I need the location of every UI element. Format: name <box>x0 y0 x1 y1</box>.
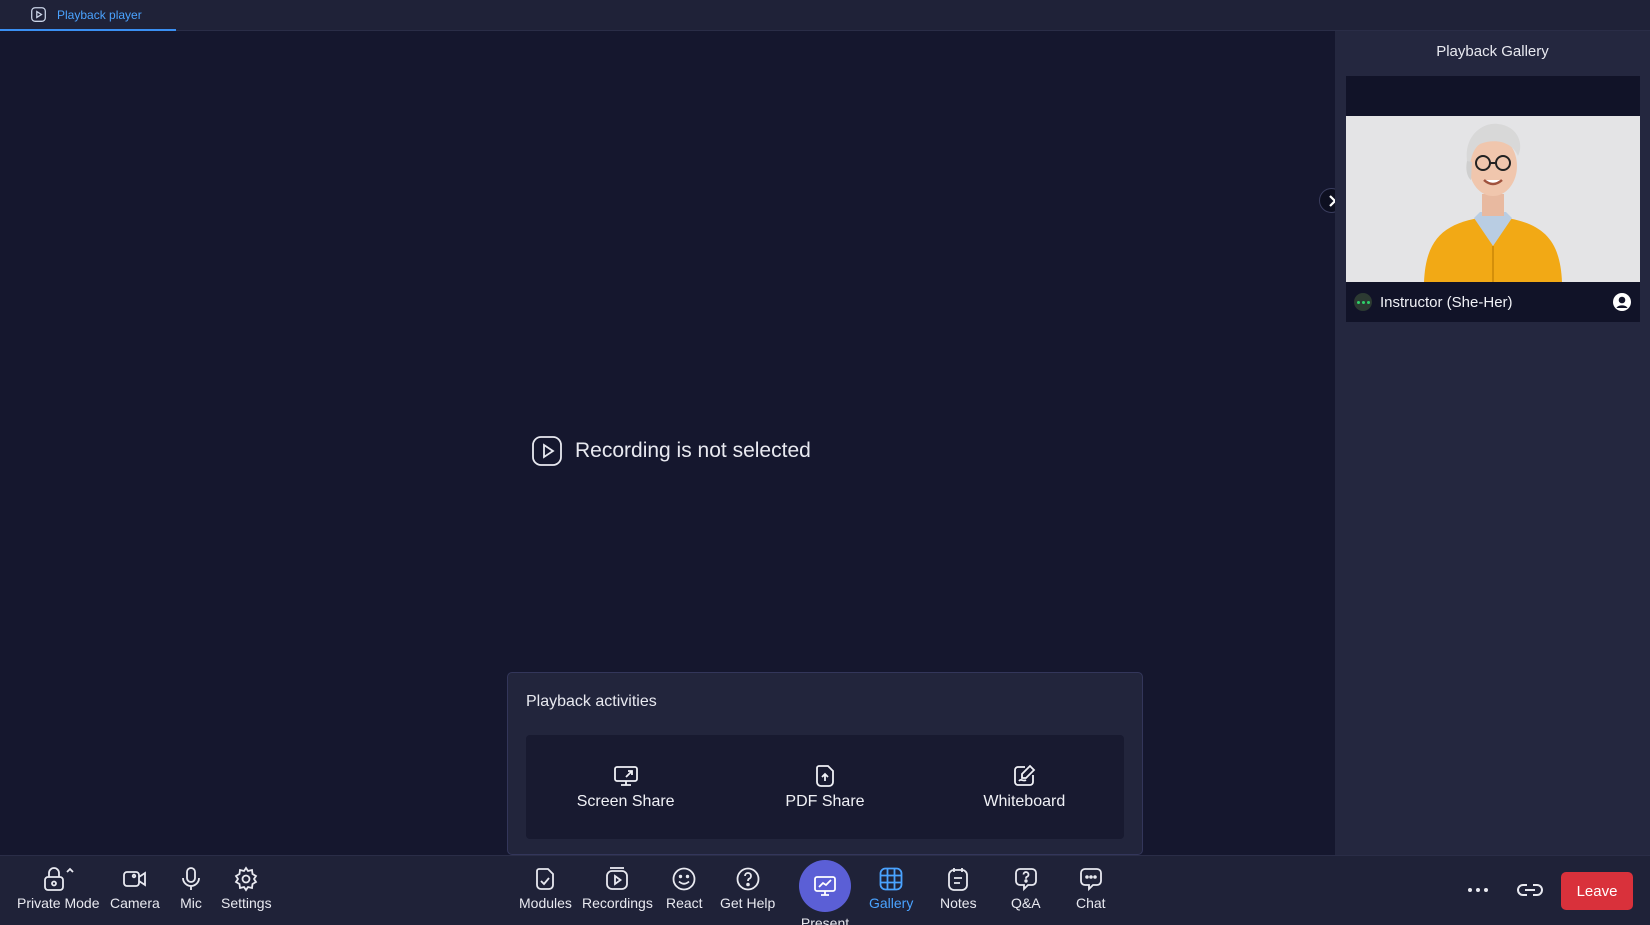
participant-name: Instructor (She-Her) <box>1380 293 1513 311</box>
participant-footer: Instructor (She-Her) <box>1346 282 1640 322</box>
mic-icon <box>182 867 200 890</box>
react-button[interactable]: React <box>666 866 703 911</box>
mic-button[interactable]: Mic <box>178 866 204 911</box>
recordings-icon <box>606 867 629 890</box>
grid-icon <box>879 867 903 891</box>
whiteboard-button[interactable]: Whiteboard <box>949 763 1099 811</box>
instructor-photo <box>1346 116 1640 282</box>
qa-button[interactable]: Q&A <box>1011 866 1041 911</box>
recordings-button[interactable]: Recordings <box>582 866 653 911</box>
settings-button[interactable]: Settings <box>221 866 272 911</box>
notes-label: Notes <box>940 895 977 911</box>
get-help-button[interactable]: Get Help <box>720 866 775 911</box>
whiteboard-icon <box>1014 764 1036 786</box>
help-icon <box>736 867 760 891</box>
qa-icon <box>1014 868 1037 892</box>
gallery-title: Playback Gallery <box>1436 43 1549 60</box>
private-mode-label: Private Mode <box>17 895 100 911</box>
empty-state-message: Recording is not selected <box>575 439 811 462</box>
present-circle <box>799 860 851 912</box>
modules-label: Modules <box>519 895 572 911</box>
private-mode-button[interactable]: Private Mode <box>17 866 99 911</box>
camera-button[interactable]: Camera <box>110 866 160 911</box>
chat-label: Chat <box>1076 895 1106 911</box>
whiteboard-label: Whiteboard <box>983 793 1066 810</box>
react-label: React <box>666 895 703 911</box>
present-label: Present <box>800 915 850 925</box>
participant-tile[interactable]: Instructor (She-Her) <box>1346 76 1640 322</box>
playback-gallery: Playback Gallery Instructor (She-Her) <box>1335 31 1650 855</box>
more-options-icon[interactable] <box>1464 878 1492 902</box>
pdf-share-button[interactable]: PDF Share <box>750 763 900 811</box>
notes-icon <box>948 868 969 891</box>
qa-label: Q&A <box>1011 895 1041 911</box>
gallery-label: Gallery <box>869 895 914 911</box>
smiley-icon <box>672 867 696 891</box>
screen-share-label: Screen Share <box>576 793 675 810</box>
tab-bar: Playback player <box>0 0 1650 31</box>
screen-share-button[interactable]: Screen Share <box>551 763 701 811</box>
modules-icon <box>536 868 555 890</box>
leave-button[interactable]: Leave <box>1561 872 1633 910</box>
playback-activities-panel: Playback activities Screen Share PDF Sha… <box>507 672 1143 855</box>
audio-activity-icon <box>1354 293 1372 311</box>
copy-link-icon[interactable] <box>1516 878 1544 902</box>
present-button[interactable]: Present <box>799 860 851 925</box>
lock-icon <box>44 867 74 891</box>
person-circle-icon[interactable] <box>1612 292 1632 312</box>
modules-button[interactable]: Modules <box>519 866 572 911</box>
camera-label: Camera <box>110 895 160 911</box>
tab-playback-player[interactable]: Playback player <box>0 0 176 31</box>
activities-row: Screen Share PDF Share Whiteboard <box>526 735 1124 839</box>
play-square-icon <box>31 7 46 22</box>
recordings-label: Recordings <box>582 895 653 911</box>
participant-video <box>1346 116 1640 282</box>
mic-label: Mic <box>180 895 202 911</box>
panel-title: Playback activities <box>526 693 657 710</box>
screen-share-icon <box>613 766 638 786</box>
chat-button[interactable]: Chat <box>1076 866 1106 911</box>
notes-button[interactable]: Notes <box>940 866 977 911</box>
present-icon <box>814 876 836 896</box>
pdf-share-label: PDF Share <box>785 793 865 810</box>
settings-label: Settings <box>221 895 272 911</box>
camera-icon <box>122 871 146 887</box>
chat-icon <box>1079 868 1102 892</box>
pdf-share-icon <box>816 765 834 787</box>
bottom-toolbar: Private Mode Camera Mic Settings Modules… <box>0 855 1650 925</box>
empty-state: Recording is not selected <box>531 435 811 467</box>
gear-icon <box>235 866 258 892</box>
app-window: Playback player Recording is not selecte… <box>0 0 1650 925</box>
get-help-label: Get Help <box>720 895 776 911</box>
gallery-button[interactable]: Gallery <box>869 866 913 911</box>
play-square-icon <box>532 436 562 466</box>
tab-label: Playback player <box>57 7 142 22</box>
